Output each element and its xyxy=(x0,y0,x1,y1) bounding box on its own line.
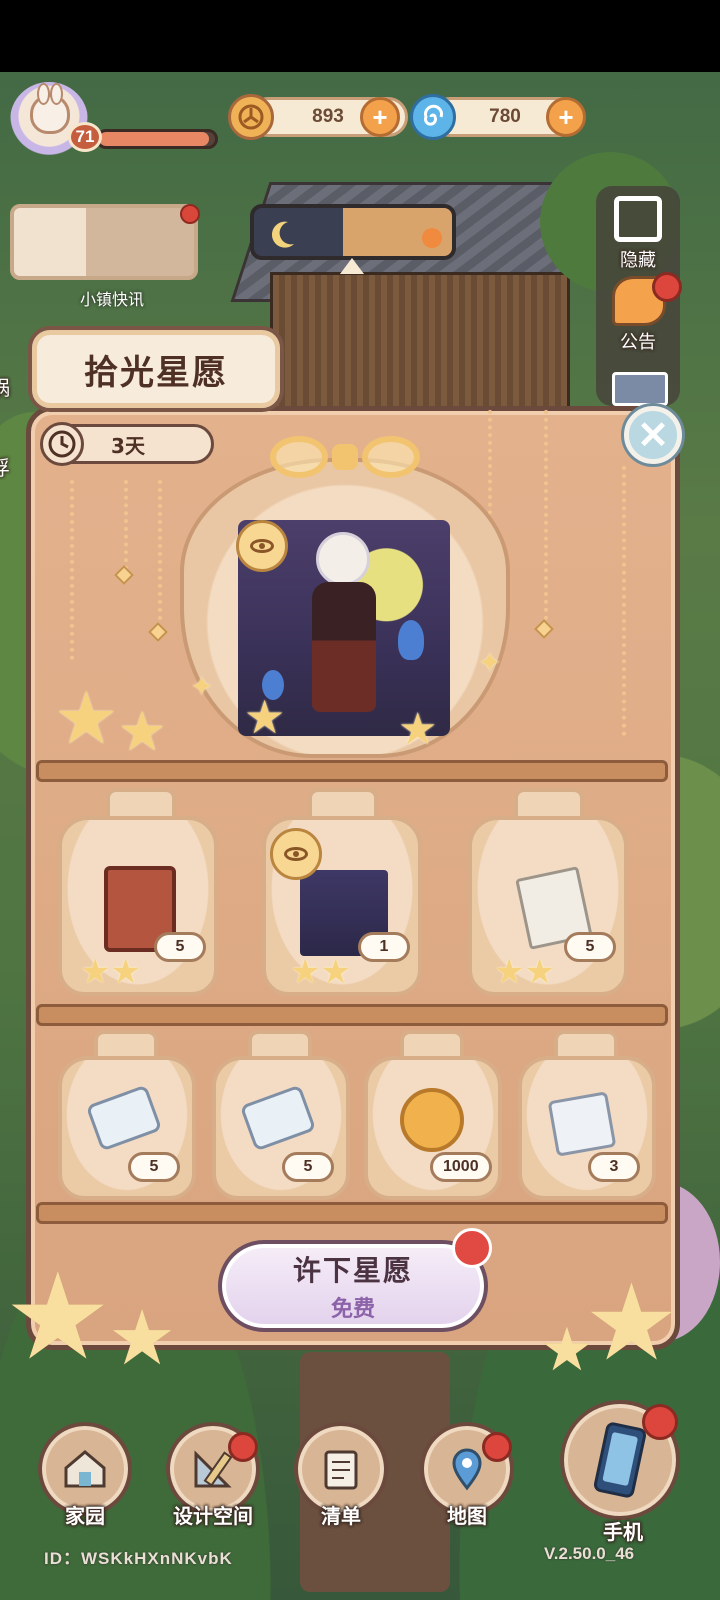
day-night-weather-panel[interactable] xyxy=(250,204,456,260)
xp-bar xyxy=(96,129,218,149)
hanging-chain xyxy=(488,410,492,530)
plus-icon: + xyxy=(558,102,574,132)
star-icon: ★ xyxy=(108,1293,177,1382)
hanging-chain xyxy=(544,410,548,620)
sparkle-icon: ✦ xyxy=(478,646,502,679)
reward-count: 1 xyxy=(358,932,410,962)
reward-jar-calendar[interactable]: 3 xyxy=(518,1056,656,1200)
hanging-chain xyxy=(622,466,626,736)
star-icon: ★ xyxy=(118,700,167,763)
character-head xyxy=(316,532,370,586)
close-icon: ✕ xyxy=(637,414,669,457)
event-title-banner: 拾光星愿 xyxy=(28,326,284,412)
news-thumbnail[interactable] xyxy=(10,204,198,280)
ribbon-bow-icon xyxy=(270,430,420,486)
add-gold-button[interactable]: + xyxy=(360,97,400,137)
news-label: 小镇快讯 xyxy=(79,292,144,309)
timer-value: 3天 xyxy=(111,433,145,458)
nav-design-label: 设计空间 xyxy=(173,1504,253,1528)
phone-icon xyxy=(593,1422,647,1498)
add-spiral-button[interactable]: + xyxy=(546,97,586,137)
make-wish-button[interactable]: 许下星愿 免费 xyxy=(218,1240,488,1332)
notification-dot xyxy=(228,1432,258,1462)
preview-eye-icon[interactable] xyxy=(270,828,322,880)
make-wish-cost: 免费 xyxy=(330,1297,375,1322)
star-icon: ★ xyxy=(584,1261,680,1384)
notification-dot xyxy=(482,1432,512,1462)
notification-dot xyxy=(652,272,682,302)
calendar-fish-icon xyxy=(547,1091,617,1157)
xp-fill xyxy=(99,132,210,146)
notification-dot xyxy=(180,204,200,224)
event-title: 拾光星愿 xyxy=(84,352,228,393)
notification-dot xyxy=(452,1228,492,1268)
make-wish-label: 许下星愿 xyxy=(292,1254,413,1287)
hide-ui-label: 隐藏 xyxy=(620,250,656,270)
reward-count: 3 xyxy=(588,1152,640,1182)
close-button[interactable]: ✕ xyxy=(624,406,682,464)
hanging-chain xyxy=(158,480,162,620)
time-pointer-icon xyxy=(340,258,364,274)
reward-jar-coin[interactable]: 1000 xyxy=(364,1056,502,1200)
left-edge-label: 蜗 xyxy=(0,372,30,401)
nav-list-label: 清单 xyxy=(321,1504,361,1528)
shelf xyxy=(36,760,668,782)
sun-icon xyxy=(422,228,442,248)
plus-icon: + xyxy=(372,102,388,132)
moon-icon xyxy=(271,221,294,248)
star-icon: ★ xyxy=(4,1248,112,1387)
reward-count: 5 xyxy=(128,1152,180,1182)
notice-label: 公告 xyxy=(620,332,656,352)
star-icon: ★ xyxy=(244,690,286,744)
gold-coin-icon xyxy=(228,94,274,140)
app-version: V.2.50.0_46 xyxy=(544,1544,635,1563)
sparkle-icon: ✦ xyxy=(190,670,214,703)
character-body xyxy=(312,582,376,712)
shelf xyxy=(36,1202,668,1224)
user-id: ID：WSKkHXnNKvbK xyxy=(44,1549,233,1568)
level-badge: 71 xyxy=(68,122,102,152)
star-icon: ★ xyxy=(54,676,119,760)
nav-phone-label: 手机 xyxy=(603,1520,643,1544)
hide-ui-icon[interactable] xyxy=(614,196,662,242)
star-icon: ★ xyxy=(540,1315,594,1385)
reward-count: 5 xyxy=(154,932,206,962)
reward-count: 5 xyxy=(282,1152,334,1182)
refresh-ticket-icon xyxy=(239,1084,317,1152)
reward-count: 5 xyxy=(564,932,616,962)
shelf xyxy=(36,1004,668,1026)
reward-jar-ticket[interactable]: 5 xyxy=(58,1056,196,1200)
nav-home-label: 家园 xyxy=(65,1504,105,1528)
preview-eye-icon[interactable] xyxy=(236,520,288,572)
mail-icon[interactable] xyxy=(612,372,668,406)
spiral-currency-value: 780 xyxy=(489,106,521,127)
clock-icon xyxy=(40,422,84,466)
status-bar xyxy=(0,0,720,72)
star-icon: ★★ xyxy=(290,952,351,992)
gold-currency-value: 893 xyxy=(312,106,344,127)
reward-count: 1000 xyxy=(430,1152,492,1182)
spiral-gem-icon xyxy=(410,94,456,140)
house-icon xyxy=(64,1450,106,1488)
gold-coin-icon xyxy=(400,1088,464,1152)
star-icon: ★★ xyxy=(80,952,141,992)
notification-dot xyxy=(642,1404,678,1440)
rabbit-icon xyxy=(30,83,70,134)
blue-flame-icon xyxy=(398,620,424,660)
hanging-chain xyxy=(70,480,74,660)
checklist-icon xyxy=(324,1450,358,1490)
reward-jar-refresh-ticket[interactable]: 5 xyxy=(212,1056,350,1200)
hanging-chain xyxy=(124,480,128,570)
ticket-icon xyxy=(85,1084,163,1152)
star-icon: ★★ xyxy=(494,952,555,992)
nav-map-label: 地图 xyxy=(447,1504,487,1528)
star-icon: ★ xyxy=(398,704,438,755)
